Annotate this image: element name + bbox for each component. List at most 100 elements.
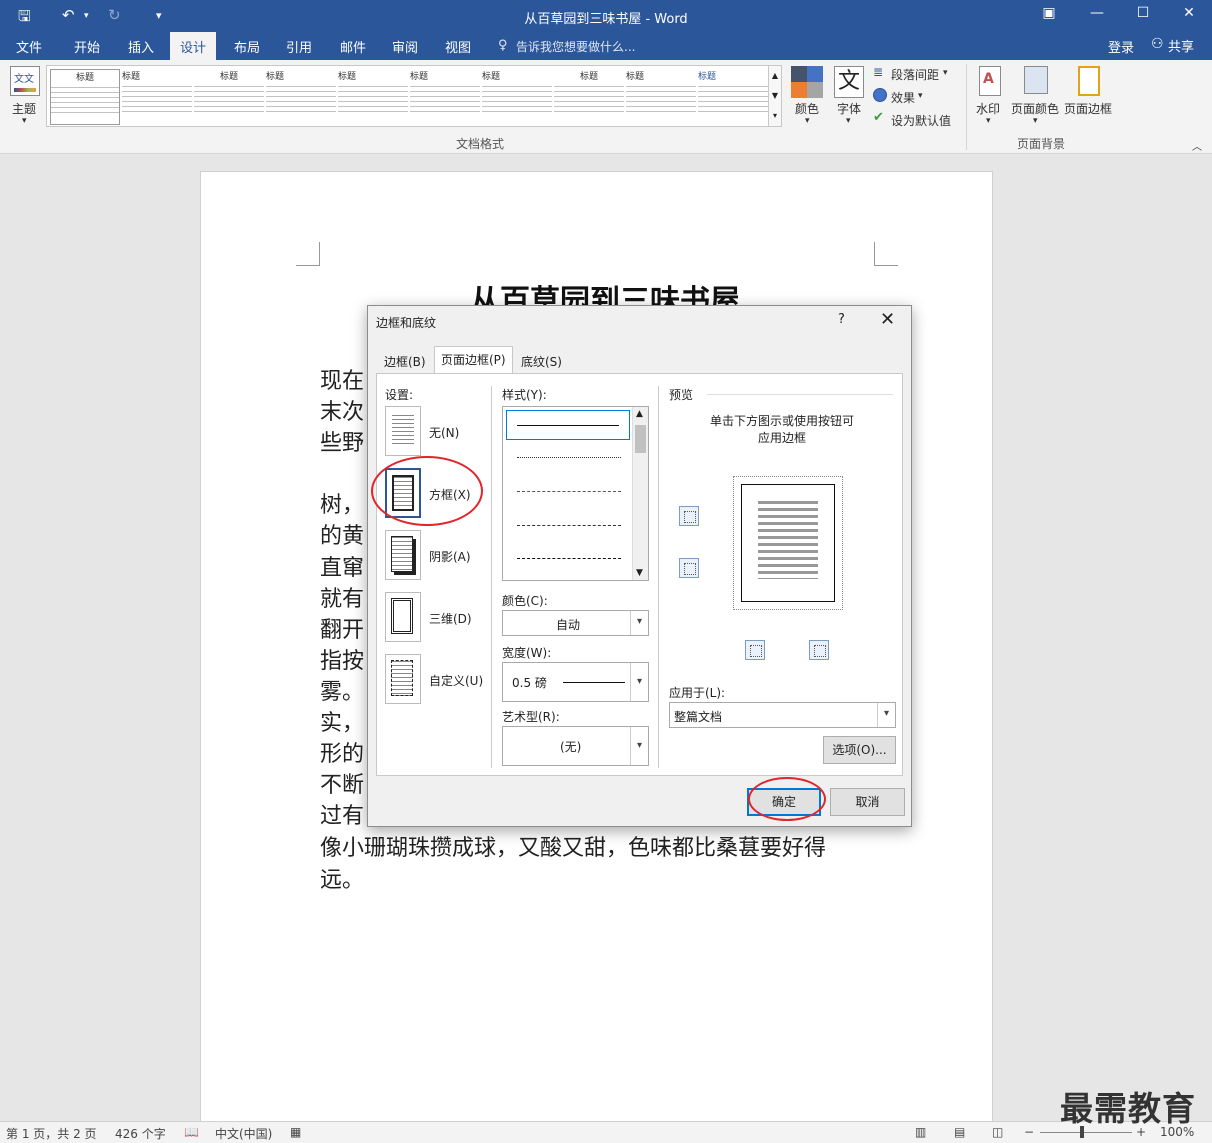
paragraph-spacing-icon[interactable]: ≣ bbox=[873, 65, 883, 79]
page-color-icon[interactable] bbox=[1024, 66, 1048, 94]
style-thumb[interactable]: 标题 bbox=[122, 69, 192, 125]
print-layout-icon[interactable]: ▤ bbox=[954, 1125, 965, 1139]
chevron-down-icon: ▾ bbox=[877, 703, 895, 727]
style-thumb[interactable]: 标题 bbox=[338, 69, 408, 125]
tab-shading[interactable]: 底纹(S) bbox=[515, 349, 568, 373]
border-style-list[interactable]: ▲ ▼ bbox=[502, 406, 649, 581]
setting-custom[interactable]: 自定义(U) bbox=[429, 672, 483, 689]
left-border-button[interactable] bbox=[745, 640, 765, 660]
tab-home[interactable]: 开始 bbox=[74, 37, 100, 56]
macro-icon[interactable]: ▦ bbox=[290, 1125, 301, 1139]
tab-page-border[interactable]: 页面边框(P) bbox=[434, 346, 513, 374]
cancel-button[interactable]: 取消 bbox=[830, 788, 905, 816]
fonts-icon[interactable]: 文 bbox=[834, 66, 864, 98]
style-option-dashed[interactable] bbox=[517, 525, 621, 526]
watermark-label[interactable]: 水印 bbox=[976, 100, 1000, 117]
page-border-label[interactable]: 页面边框 bbox=[1064, 100, 1112, 117]
preview-frame bbox=[733, 476, 843, 610]
help-button[interactable]: ? bbox=[838, 312, 845, 327]
theme-icon[interactable]: 文文 bbox=[10, 66, 40, 96]
chevron-down-icon: ▾ bbox=[630, 663, 648, 701]
tab-design[interactable]: 设计 bbox=[170, 32, 217, 60]
apply-to-select[interactable]: 整篇文档 ▾ bbox=[669, 702, 896, 728]
tab-mailings[interactable]: 邮件 bbox=[340, 37, 366, 56]
page-border-icon[interactable] bbox=[1078, 66, 1100, 96]
colors-icon[interactable] bbox=[791, 66, 823, 98]
maximize-button[interactable]: ☐ bbox=[1128, 5, 1158, 21]
style-thumb[interactable]: 标题 bbox=[482, 69, 552, 125]
style-thumb[interactable]: 标题 bbox=[626, 69, 696, 125]
doc-text-line: 不断 bbox=[320, 773, 365, 798]
right-border-button[interactable] bbox=[809, 640, 829, 660]
style-thumb[interactable]: 标题 bbox=[266, 69, 336, 125]
zoom-out-icon[interactable]: − bbox=[1024, 1125, 1034, 1139]
style-option-solid[interactable] bbox=[506, 410, 630, 440]
paragraph-spacing-button[interactable]: 段落间距 bbox=[891, 66, 939, 83]
options-button[interactable]: 选项(O)... bbox=[823, 736, 896, 764]
zoom-slider[interactable] bbox=[1040, 1132, 1132, 1133]
setting-none[interactable]: 无(N) bbox=[429, 424, 459, 441]
tab-borders[interactable]: 边框(B) bbox=[378, 349, 432, 373]
watermark-icon[interactable]: A bbox=[979, 66, 1001, 96]
page-count[interactable]: 第 1 页，共 2 页 bbox=[6, 1125, 97, 1142]
effects-dropdown-icon[interactable]: ▾ bbox=[918, 91, 923, 101]
apply-to-label: 应用于(L): bbox=[669, 686, 726, 700]
setting-none-icon[interactable] bbox=[385, 406, 421, 456]
style-gallery[interactable]: 标题 标题 标题 标题 标题 标题 标题 标题 标题 标题 bbox=[46, 65, 782, 127]
tab-insert[interactable]: 插入 bbox=[128, 37, 154, 56]
set-default-button[interactable]: 设为默认值 bbox=[891, 112, 951, 129]
setting-custom-icon[interactable] bbox=[385, 654, 421, 704]
setting-shadow[interactable]: 阴影(A) bbox=[429, 548, 471, 565]
style-thumb[interactable]: 标题 bbox=[698, 69, 768, 125]
width-select[interactable]: 0.5 磅 ▾ bbox=[502, 662, 649, 702]
gallery-scroll[interactable]: ▲ ▼ ▾ bbox=[768, 65, 782, 127]
style-option-dash-small[interactable] bbox=[517, 491, 621, 492]
web-layout-icon[interactable]: ◫ bbox=[992, 1125, 1003, 1139]
minimize-button[interactable]: — bbox=[1082, 5, 1112, 21]
ribbon-display-icon[interactable]: ▣ bbox=[1034, 5, 1064, 21]
lightbulb-icon: ♀ bbox=[498, 38, 508, 53]
tab-file[interactable]: 文件 bbox=[16, 37, 42, 56]
collapse-ribbon-icon[interactable]: ︿ bbox=[1192, 138, 1202, 153]
top-border-button[interactable] bbox=[679, 506, 699, 526]
style-thumb[interactable]: 标题 bbox=[410, 69, 480, 125]
tab-view[interactable]: 视图 bbox=[445, 37, 471, 56]
read-mode-icon[interactable]: ▥ bbox=[915, 1125, 926, 1139]
style-thumb[interactable]: 标题 bbox=[50, 69, 120, 125]
page-color-dropdown-icon[interactable]: ▾ bbox=[1033, 116, 1038, 126]
fonts-label[interactable]: 字体 bbox=[837, 100, 861, 117]
tell-me-input[interactable]: 告诉我您想要做什么... bbox=[516, 38, 635, 55]
login-link[interactable]: 登录 bbox=[1108, 37, 1134, 56]
tab-review[interactable]: 审阅 bbox=[392, 37, 418, 56]
style-thumb[interactable]: 标题 bbox=[194, 69, 264, 125]
effects-button[interactable]: 效果 bbox=[891, 89, 915, 106]
style-thumb[interactable]: 标题 bbox=[554, 69, 624, 125]
fonts-dropdown-icon[interactable]: ▾ bbox=[846, 116, 851, 126]
share-button[interactable]: 共享 bbox=[1168, 36, 1194, 55]
colors-label[interactable]: 颜色 bbox=[795, 100, 819, 117]
doc-text-line: 就有 bbox=[320, 587, 365, 612]
page-color-label[interactable]: 页面颜色 bbox=[1011, 100, 1059, 117]
dialog-close-button[interactable]: ✕ bbox=[880, 309, 895, 330]
style-option-dotted[interactable] bbox=[517, 457, 621, 458]
effects-icon[interactable] bbox=[873, 88, 887, 102]
setting-3d-icon[interactable] bbox=[385, 592, 421, 642]
language[interactable]: 中文(中国) bbox=[215, 1125, 272, 1142]
color-select[interactable]: 自动 ▾ bbox=[502, 610, 649, 636]
style-option-dash-dot[interactable] bbox=[517, 558, 621, 559]
bottom-border-button[interactable] bbox=[679, 558, 699, 578]
proofing-icon[interactable]: 📖 bbox=[184, 1125, 199, 1139]
setting-shadow-icon[interactable] bbox=[385, 530, 421, 580]
theme-label[interactable]: 主题 bbox=[12, 100, 36, 117]
tab-layout[interactable]: 布局 bbox=[234, 37, 260, 56]
word-count[interactable]: 426 个字 bbox=[115, 1125, 166, 1142]
watermark-dropdown-icon[interactable]: ▾ bbox=[986, 116, 991, 126]
scrollbar[interactable]: ▲ ▼ bbox=[632, 407, 648, 580]
paragraph-spacing-dropdown-icon[interactable]: ▾ bbox=[943, 68, 948, 78]
colors-dropdown-icon[interactable]: ▾ bbox=[805, 116, 810, 126]
close-button[interactable]: ✕ bbox=[1174, 5, 1204, 21]
tab-references[interactable]: 引用 bbox=[286, 37, 312, 56]
theme-dropdown-icon[interactable]: ▾ bbox=[22, 116, 27, 126]
setting-3d[interactable]: 三维(D) bbox=[429, 610, 472, 627]
art-select[interactable]: (无) ▾ bbox=[502, 726, 649, 766]
